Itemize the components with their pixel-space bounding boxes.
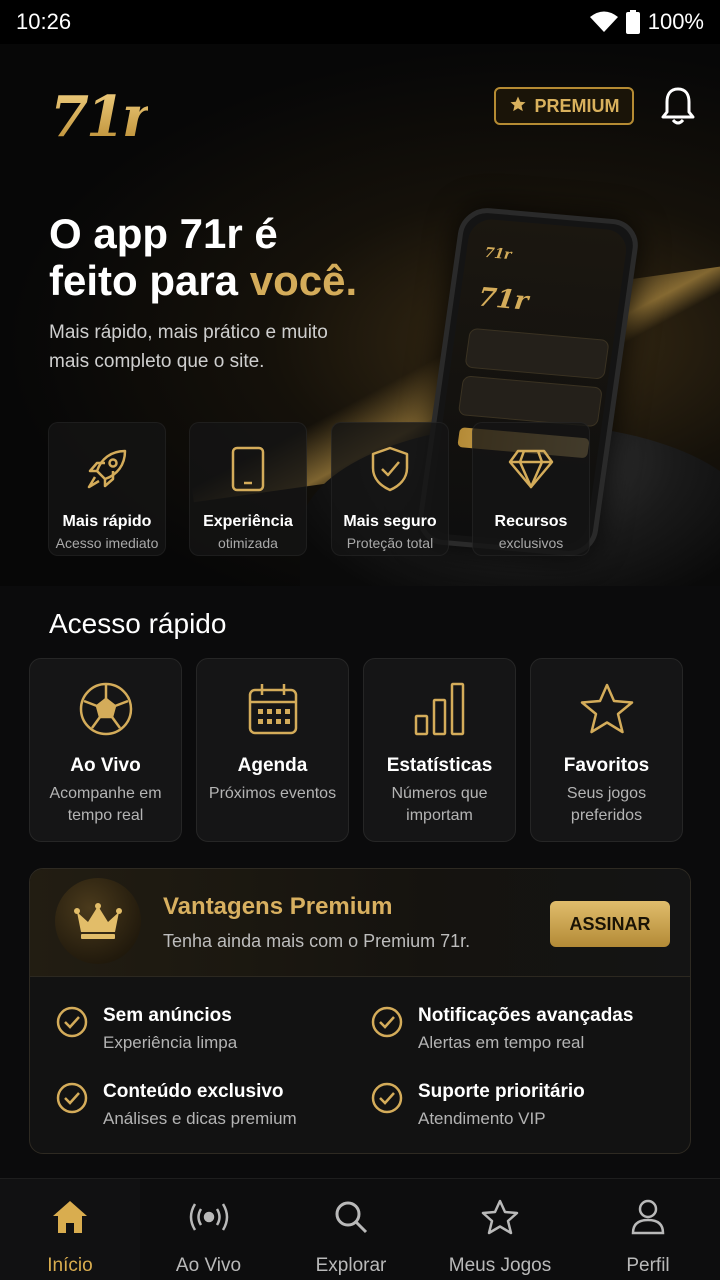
benefit-subtitle: Alertas em tempo real [418,1033,585,1052]
feature-tile-security: Mais seguro Proteção total [331,422,449,556]
premium-title: Vantagens Premium [163,893,393,920]
feature-tile-exclusive: Recursos exclusivos [472,422,590,556]
nav-item-explore[interactable]: Explorar [282,1179,420,1280]
quick-access-item-subtitle: Números que importam [391,785,488,824]
quick-access-item-subtitle: Próximos eventos [208,785,337,802]
feature-subtitle: Proteção total [346,535,434,551]
battery-icon [625,10,640,34]
star-icon [579,681,635,737]
nav-item-home[interactable]: Início [0,1179,140,1280]
premium-badge-button[interactable]: PREMIUM [494,87,634,125]
premium-card-header: Vantagens Premium Tenha ainda mais com o… [30,869,690,977]
feature-tile-speed: Mais rápido Acesso imediato [48,422,166,556]
check-circle-icon [55,1081,89,1129]
home-icon [51,1197,89,1237]
calendar-icon [247,681,299,737]
quick-access-item-title: Favoritos [563,755,650,776]
feature-title: Mais seguro [343,513,437,530]
phone-card [457,375,603,428]
feature-title: Mais rápido [62,513,152,530]
quick-access-item-title: Agenda [237,755,308,776]
feature-subtitle: exclusivos [498,535,564,551]
benefit-item: Conteúdo exclusivo Análises e dicas premi… [55,1081,297,1129]
battery-percent: 100% [647,9,704,34]
benefit-title: Sem anúncios [103,1005,232,1026]
hero-title-highlight: você. [249,257,358,304]
status-time: 10:26 [16,9,72,34]
status-bar: 10:26 100% [0,0,720,44]
benefit-subtitle: Análises e dicas premium [103,1109,297,1128]
bell-icon[interactable] [660,86,696,131]
hero-title-line1: O app 71r é [49,210,278,257]
benefit-item: Notificações avançadas Alertas em tempo r… [370,1005,633,1053]
nav-item-live[interactable]: Ao Vivo [140,1179,277,1280]
quick-access-favorites[interactable]: Favoritos Seus jogos preferidos [530,658,683,842]
star-outline-icon [481,1197,519,1237]
feature-title: Experiência [203,513,293,530]
benefit-subtitle: Atendimento VIP [418,1109,546,1128]
benefit-title: Conteúdo exclusivo [103,1081,284,1102]
quick-access-stats[interactable]: Estatísticas Números que importam [363,658,516,842]
nav-label: Explorar [315,1255,387,1276]
broadcast-icon [188,1197,230,1237]
phone-card [464,327,610,380]
phone-logo-small: 71r [483,244,513,264]
quick-access-item-subtitle: Seus jogos preferidos [566,785,647,824]
feature-subtitle: otimizada [218,535,278,551]
smartphone-icon [231,446,265,492]
quick-access-schedule[interactable]: Agenda Próximos eventos [196,658,349,842]
benefit-item: Suporte prioritário Atendimento VIP [370,1081,585,1129]
wifi-icon [589,11,618,33]
nav-label: Meus Jogos [448,1255,552,1276]
rocket-icon [85,447,129,491]
quick-access-live[interactable]: Ao Vivo Acompanhe em tempo real [29,658,182,842]
premium-subtitle: Tenha ainda mais com o Premium 71r. [163,931,471,951]
nav-item-profile[interactable]: Perfil [578,1179,718,1280]
nav-label: Início [47,1255,93,1276]
subscribe-button[interactable]: ASSINAR [550,901,670,947]
benefit-subtitle: Experiência limpa [103,1033,238,1052]
app-logo[interactable]: 71r [50,84,151,150]
user-icon [631,1197,665,1237]
hero-title: O app 71r é feito para você. [49,210,357,304]
feature-subtitle: Acesso imediato [55,535,159,551]
hero-title-line2: feito para você. [49,257,357,304]
nav-item-my-games[interactable]: Meus Jogos [430,1179,570,1280]
quick-access-item-subtitle: Acompanhe em tempo real [49,785,162,824]
shield-icon [370,446,410,492]
hero-title-prefix: feito para [49,257,250,304]
quick-access-item-title: Estatísticas [386,755,493,776]
nav-label: Perfil [626,1255,670,1276]
search-icon [333,1197,369,1237]
nav-label: Ao Vivo [175,1255,242,1276]
check-circle-icon [55,1005,89,1053]
feature-title: Recursos [494,513,568,530]
crown-icon [55,878,141,964]
quick-access-title: Acesso rápido [49,608,227,639]
soccer-ball-icon [78,681,134,737]
benefit-title: Notificações avançadas [418,1005,634,1026]
bar-chart-icon [413,681,467,737]
status-indicators: 100% [589,9,704,35]
check-circle-icon [370,1081,404,1129]
check-circle-icon [370,1005,404,1053]
phone-logo-large: 71r [476,282,531,317]
hero-subtitle: Mais rápido, mais prático e muito mais c… [49,322,328,372]
bottom-nav: Início Ao Vivo Explorar Meus Jogos Perfi… [0,1178,720,1280]
premium-card: Vantagens Premium Tenha ainda mais com o… [29,868,691,1154]
quick-access-item-title: Ao Vivo [70,755,141,776]
premium-badge-label: PREMIUM [534,95,620,116]
feature-tile-experience: Experiência otimizada [189,422,307,556]
diamond-icon [508,447,554,491]
benefit-title: Suporte prioritário [418,1081,585,1102]
star-icon [509,95,527,118]
benefit-item: Sem anúncios Experiência limpa [55,1005,237,1053]
